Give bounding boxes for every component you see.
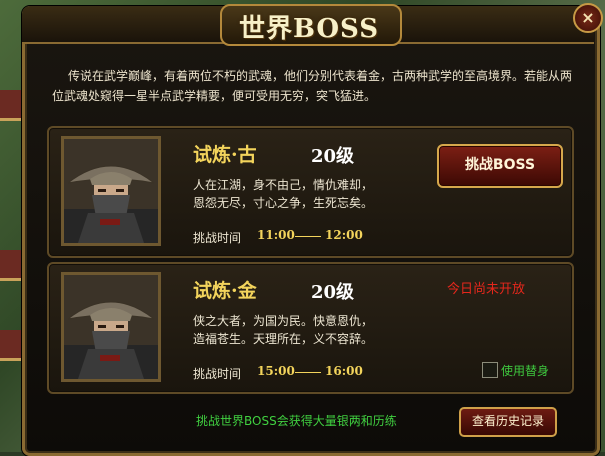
boss-name: 试炼·古 xyxy=(193,144,257,166)
substitute-checkbox[interactable] xyxy=(482,362,498,378)
challenge-time-label: 挑战时间 xyxy=(193,367,242,381)
boss-card: 试炼·古 20级 人在江湖，身不由己，情仇难却， 恩怨无尽，寸心之争，生死忘矣。… xyxy=(47,126,574,258)
boss-card: 试炼·金 20级 侠之大者，为国为民。快意恩仇， 造福苍生。天理所在，义不容辞。… xyxy=(47,262,574,394)
challenge-time-label: 挑战时间 xyxy=(193,231,242,245)
challenge-time-end: 16:00 xyxy=(325,364,363,378)
challenge-time-start: 11:00 xyxy=(257,228,295,242)
challenge-time-start: 15:00 xyxy=(257,364,295,378)
time-separator xyxy=(295,236,321,237)
view-history-button[interactable]: 查看历史记录 xyxy=(459,407,557,437)
panel-title: 世界BOSS xyxy=(238,14,380,44)
boss-description-line: 恩怨无尽，寸心之争，生死忘矣。 xyxy=(193,196,374,210)
boss-level: 20级 xyxy=(311,282,355,303)
time-separator xyxy=(295,372,321,373)
status-not-open: 今日尚未开放 xyxy=(447,282,526,297)
boss-description-line: 侠之大者，为国为民。快意恩仇， xyxy=(193,314,374,328)
boss-name: 试炼·金 xyxy=(193,280,257,302)
boss-description-line: 造福苍生。天理所在，义不容辞。 xyxy=(193,332,374,346)
substitute-label[interactable]: 使用替身 xyxy=(501,362,549,379)
close-icon[interactable]: × xyxy=(573,3,603,33)
boss-portrait-icon xyxy=(61,272,161,382)
challenge-time-end: 12:00 xyxy=(325,228,363,242)
boss-level: 20级 xyxy=(311,146,355,167)
boss-description: 侠之大者，为国为民。快意恩仇， 造福苍生。天理所在，义不容辞。 xyxy=(193,312,408,348)
footer-tip: 挑战世界BOSS会获得大量银两和历练 xyxy=(196,414,397,428)
boss-description-line: 人在江湖，身不由己，情仇难却， xyxy=(193,178,374,192)
boss-description: 人在江湖，身不由己，情仇难却， 恩怨无尽，寸心之争，生死忘矣。 xyxy=(193,176,408,212)
intro-text: 传说在武学巅峰，有着两位不朽的武魂，他们分别代表着金，古两种武学的至高境界。若能… xyxy=(52,69,573,103)
challenge-boss-button[interactable]: 挑战BOSS xyxy=(437,144,563,188)
boss-portrait-icon xyxy=(61,136,161,246)
